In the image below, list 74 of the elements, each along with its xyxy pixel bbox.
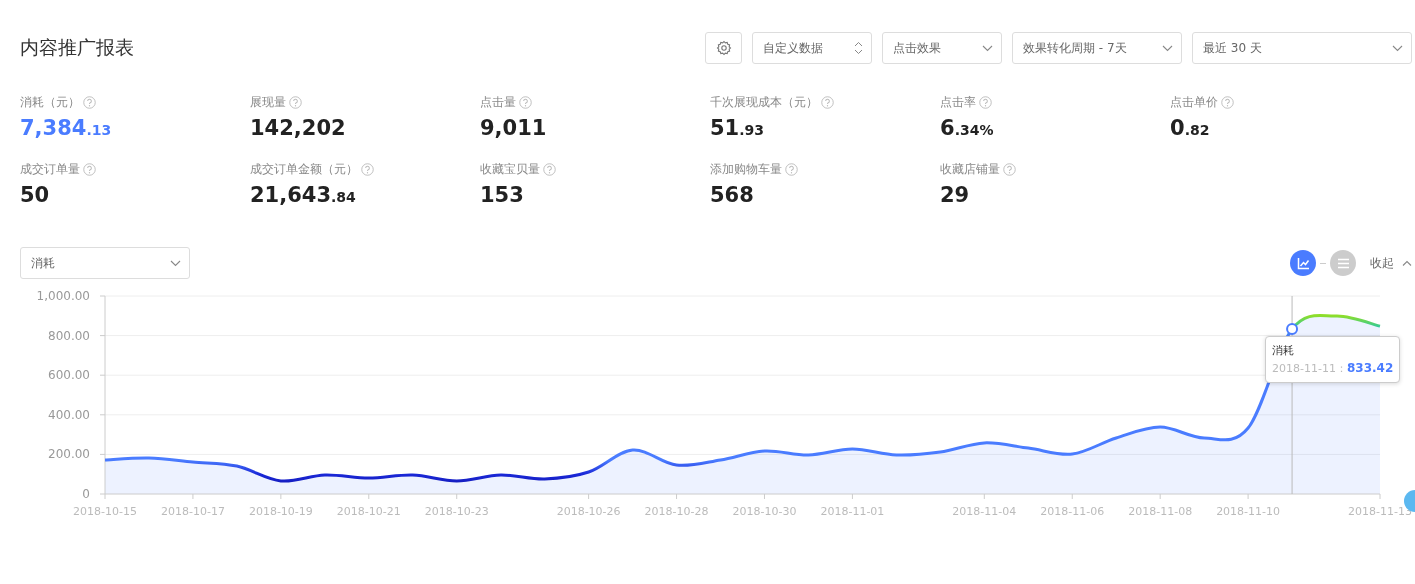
help-icon [83,96,96,109]
metric-label: 点击量 [480,94,516,111]
help-icon [821,96,834,109]
metric-value[interactable]: 51.93 [710,116,940,140]
help-icon [289,96,302,109]
metric-label: 成交订单量 [20,161,80,178]
metric-label: 收藏宝贝量 [480,161,540,178]
page-title: 内容推广报表 [20,35,134,60]
y-axis-label: 800.00 [48,328,90,343]
x-axis-label: 2018-10-15 [73,505,137,518]
x-axis-label: 2018-11-13 [1348,505,1412,518]
line-chart-icon [1296,256,1310,270]
x-axis-label: 2018-11-06 [1040,505,1105,518]
dropdown-select[interactable]: 最近 30 天 [1192,32,1412,64]
y-axis-label: 400.00 [48,407,90,422]
metric-select[interactable]: 消耗 [20,247,190,279]
caret-icon [1392,44,1403,52]
dropdown-select[interactable]: 效果转化周期 - 7天 [1012,32,1182,64]
tooltip-value: 833.42 [1346,361,1394,375]
y-axis-label: 200.00 [48,447,90,462]
x-axis-label: 2018-10-30 [732,505,797,518]
metric-value[interactable]: 0.82 [1170,116,1400,140]
metric-value[interactable]: 50 [20,183,250,207]
chart-view-button[interactable] [1290,250,1316,276]
metric-value[interactable]: 29 [940,183,1170,207]
metric-label: 成交订单金额（元） [250,161,358,178]
help-icon [83,163,96,176]
metric-label: 点击单价 [1170,94,1218,111]
x-axis-label: 2018-11-04 [952,505,1017,518]
x-axis-label: 2018-10-23 [424,505,489,518]
metric-label: 添加购物车量 [710,161,782,178]
metric-label: 展现量 [250,94,286,111]
x-axis-label: 2018-10-17 [160,505,225,518]
metric-value[interactable]: 9,011 [480,116,710,140]
metric-label: 消耗（元） [20,94,80,111]
caret-icon [170,259,181,267]
y-axis-label: 1,000.00 [36,289,90,303]
x-axis-label: 2018-10-28 [644,505,709,518]
x-axis-label: 2018-10-26 [556,505,621,518]
x-axis-label: 2018-11-10 [1216,505,1281,518]
metric-value[interactable]: 6.34% [940,116,1170,140]
metric-label: 点击率 [940,94,976,111]
number-select[interactable]: 自定义数据 [752,32,872,64]
help-icon [1221,96,1234,109]
y-axis-label: 0 [82,487,90,501]
x-axis-label: 2018-11-08 [1128,505,1193,518]
caret-icon [982,44,993,52]
metric-value[interactable]: 568 [710,183,940,207]
tooltip-date: 2018-11-11： [1272,362,1347,375]
help-icon [979,96,992,109]
caret-icon [1162,44,1173,52]
metric-label: 千次展现成本（元） [710,94,818,111]
metric-label: 收藏店铺量 [940,161,1000,178]
help-icon [543,163,556,176]
x-axis-label: 2018-10-21 [336,505,401,518]
spinner-arrows-icon [854,41,863,55]
help-icon [785,163,798,176]
metric-value[interactable]: 7,384.13 [20,116,250,140]
x-axis-label: 2018-10-19 [248,505,313,518]
y-axis-label: 600.00 [48,368,90,383]
metric-value[interactable]: 142,202 [250,116,480,140]
x-axis-label: 2018-11-01 [820,505,885,518]
tooltip-title: 消耗 [1272,344,1294,357]
settings-button[interactable] [705,32,742,64]
help-icon [519,96,532,109]
caret-up-icon [1402,260,1412,266]
settings-icon [715,40,732,56]
help-icon [1003,163,1016,176]
list-icon [1336,257,1350,269]
metric-value[interactable]: 21,643.84 [250,183,480,207]
dropdown-select[interactable]: 点击效果 [882,32,1002,64]
collapse-link[interactable]: 收起 [1360,254,1412,272]
help-icon [361,163,374,176]
metric-value[interactable]: 153 [480,183,710,207]
